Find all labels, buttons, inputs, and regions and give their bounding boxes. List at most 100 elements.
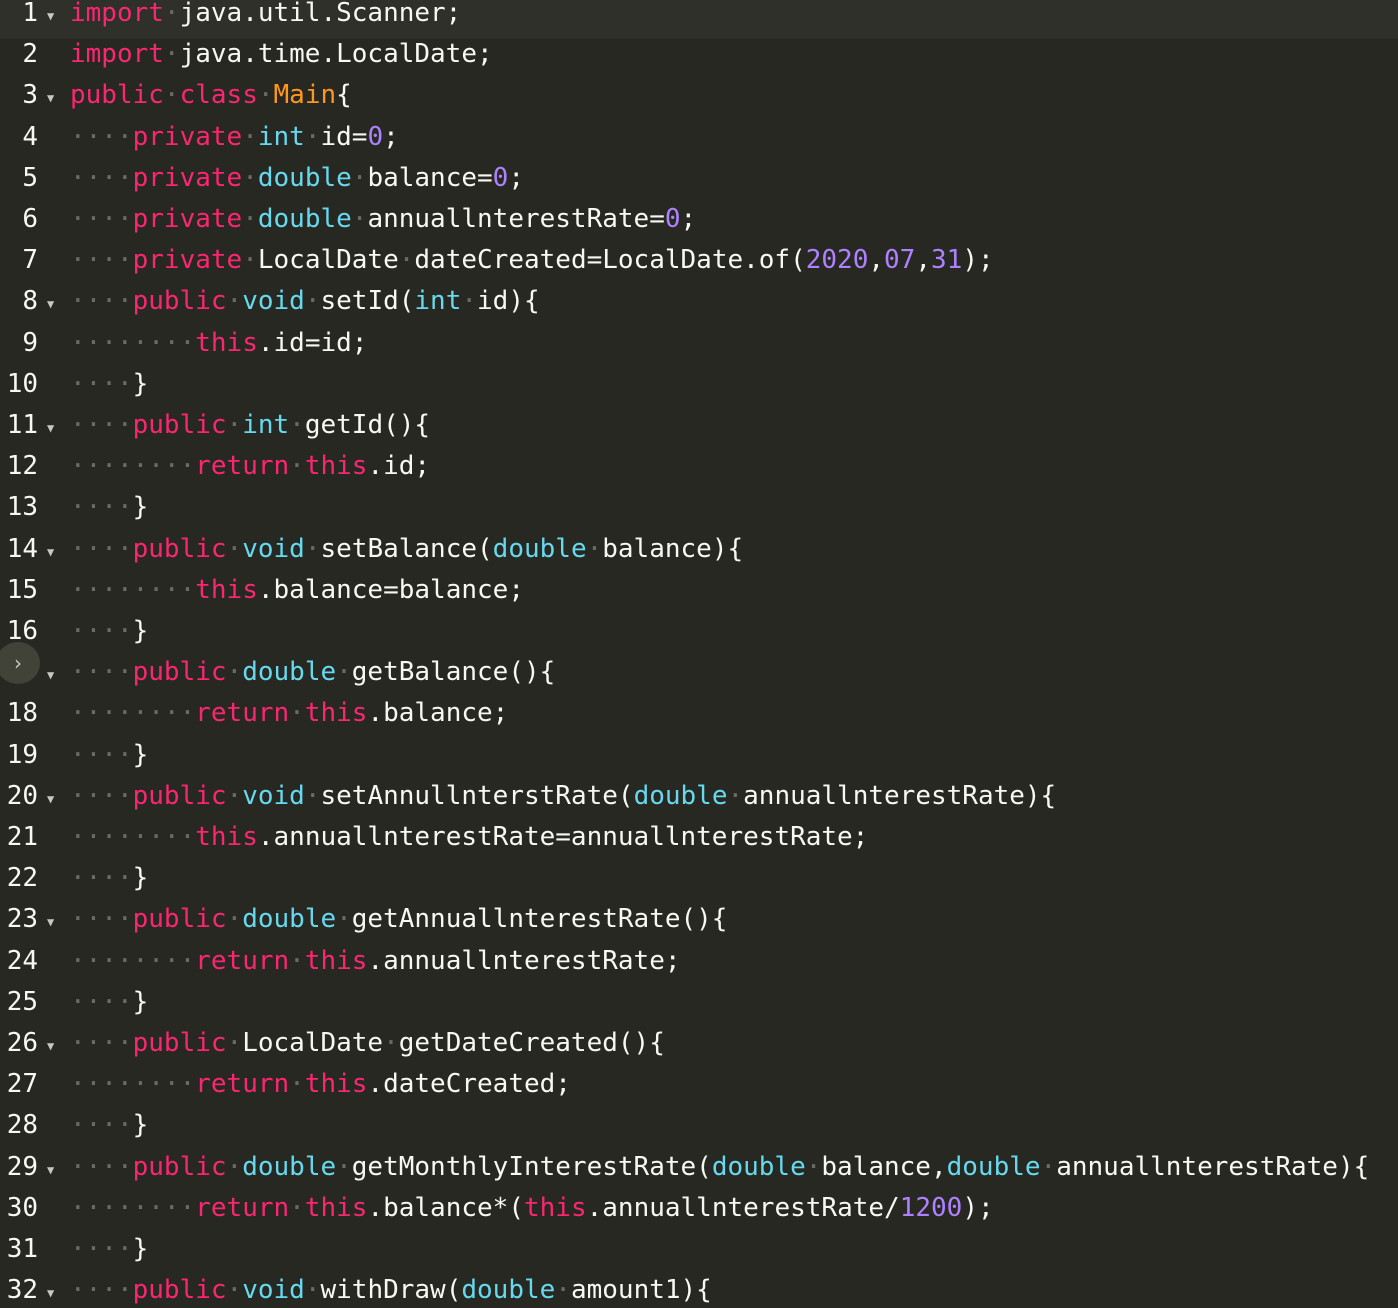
code-text[interactable]: ········this.annuallnterestRate=annualln… (70, 822, 868, 852)
code-line[interactable]: 22 ····} (0, 863, 1398, 904)
code-line[interactable]: 31 ····} (0, 1234, 1398, 1275)
code-line[interactable]: 15 ········this.balance=balance; (0, 575, 1398, 616)
fold-triangle-icon[interactable]: ▼ (47, 907, 54, 937)
line-number: 29 (6, 1151, 38, 1182)
code-text[interactable]: ····} (70, 1234, 148, 1264)
code-token: · (163, 80, 180, 111)
fold-triangle-icon[interactable]: ▼ (47, 1155, 54, 1185)
code-text[interactable]: ····public·void·setBalance(double·balanc… (70, 534, 743, 564)
line-number: 14 (6, 533, 38, 564)
code-text[interactable]: ········return·this.id; (70, 451, 430, 481)
code-text[interactable]: ····private·LocalDate·dateCreated=LocalD… (70, 245, 994, 275)
code-line[interactable]: 1 ▼ import·java.util.Scanner; (0, 0, 1398, 40)
code-line[interactable]: 13 ····} (0, 492, 1398, 533)
line-number: 11 (6, 410, 38, 440)
code-line[interactable]: 3 ▼ public·class·Main{ (0, 80, 1398, 121)
code-line[interactable]: 8 ▼ ····public·void·setId(int·id){ (0, 286, 1398, 327)
code-token: return (195, 1069, 290, 1100)
code-line[interactable]: 28 ····} (0, 1110, 1398, 1151)
fold-triangle-icon[interactable]: ▼ (47, 1031, 54, 1061)
fold-triangle-icon[interactable]: ▼ (47, 784, 54, 814)
fold-triangle-icon[interactable]: ▼ (47, 83, 54, 113)
code-text[interactable]: ····private·double·balance=0; (70, 163, 524, 193)
fold-triangle-icon[interactable]: ▼ (47, 660, 54, 690)
fold-triangle-icon[interactable]: ▼ (47, 537, 54, 567)
code-line[interactable]: 30 ········return·this.balance*(this.annu… (0, 1193, 1398, 1234)
code-token: .id=id; (257, 327, 368, 358)
fold-triangle-icon[interactable]: ▼ (47, 1, 54, 31)
code-text[interactable]: ········return·this.balance; (70, 698, 508, 728)
code-line[interactable]: 27 ········return·this.dateCreated; (0, 1069, 1398, 1110)
code-line[interactable]: 5 ····private·double·balance=0; (0, 163, 1398, 204)
code-text[interactable]: ········return·this.balance*(this.annual… (70, 1193, 994, 1223)
code-line[interactable]: 18 ········return·this.balance; (0, 698, 1398, 739)
line-gutter: 30 (0, 1193, 68, 1234)
code-token: double (242, 904, 337, 935)
line-gutter: 7 (0, 245, 68, 286)
code-text[interactable]: ····public·void·withDraw(double·amount1)… (70, 1275, 712, 1305)
code-text[interactable]: import·java.util.Scanner; (70, 0, 461, 28)
code-line[interactable]: 21 ········this.annuallnterestRate=annual… (0, 822, 1398, 863)
code-token: ········ (70, 327, 196, 358)
fold-triangle-icon[interactable]: ▼ (47, 289, 54, 319)
code-line[interactable]: 14 ▼ ····public·void·setBalance(double·bal… (0, 534, 1398, 575)
code-text[interactable]: ····} (70, 369, 148, 399)
code-token: this (195, 574, 258, 605)
code-line[interactable]: 6 ····private·double·annuallnterestRate=0… (0, 204, 1398, 245)
code-text[interactable]: ····private·double·annuallnterestRate=0; (70, 204, 696, 234)
code-line[interactable]: 12 ········return·this.id; (0, 451, 1398, 492)
code-text[interactable]: ········return·this.annuallnterestRate; (70, 946, 681, 976)
code-token: id){ (477, 286, 540, 317)
fold-triangle-icon[interactable]: ▼ (47, 413, 54, 443)
code-editor[interactable]: 1 ▼ import·java.util.Scanner; 2 import·java.… (0, 0, 1398, 1308)
code-text[interactable]: ····} (70, 616, 148, 646)
code-text[interactable]: ····} (70, 740, 148, 770)
code-line[interactable]: 11 ▼ ····public·int·getId(){ (0, 410, 1398, 451)
code-token: int (257, 121, 305, 152)
code-line[interactable]: 16 ····} (0, 616, 1398, 657)
code-token: setAnnullnterstRate( (320, 780, 634, 811)
code-text[interactable]: ····} (70, 1110, 148, 1140)
code-line[interactable]: 23 ▼ ····public·double·getAnnuallnterestRa… (0, 904, 1398, 945)
code-text[interactable]: ····} (70, 492, 148, 522)
code-text[interactable]: ····public·void·setAnnullnterstRate(doub… (70, 781, 1056, 811)
code-line[interactable]: 2 import·java.time.LocalDate; (0, 39, 1398, 80)
line-gutter: 23 ▼ (0, 904, 68, 945)
code-line[interactable]: 29 ▼ ····public·double·getMonthlyInterestR… (0, 1152, 1398, 1193)
code-text[interactable]: ····public·int·getId(){ (70, 410, 430, 440)
code-line[interactable]: 9 ········this.id=id; (0, 328, 1398, 369)
code-line[interactable]: ▼ ····public·double·getBalance(){ (0, 657, 1398, 698)
code-text[interactable]: public·class·Main{ (70, 80, 352, 110)
code-text[interactable]: ····public·double·getBalance(){ (70, 657, 555, 687)
code-line[interactable]: 19 ····} (0, 740, 1398, 781)
line-number: 23 (6, 904, 38, 935)
code-text[interactable]: ····} (70, 863, 148, 893)
code-token: public (132, 1028, 227, 1058)
code-line[interactable]: 20 ▼ ····public·void·setAnnullnterstRate(d… (0, 781, 1398, 822)
code-text[interactable]: import·java.time.LocalDate; (70, 39, 493, 69)
code-text[interactable]: ········return·this.dateCreated; (70, 1069, 571, 1099)
code-text[interactable]: ········this.id=id; (70, 328, 367, 358)
code-text[interactable]: ····public·LocalDate·getDateCreated(){ (70, 1028, 665, 1058)
code-text[interactable]: ····public·void·setId(int·id){ (70, 286, 540, 316)
code-line[interactable]: 25 ····} (0, 987, 1398, 1028)
code-token: } (132, 739, 149, 770)
code-text[interactable]: ····private·int·id=0; (70, 122, 399, 152)
fold-triangle-icon[interactable]: ▼ (47, 1278, 54, 1308)
code-token: this (304, 451, 368, 482)
code-token: this (304, 698, 368, 729)
code-line[interactable]: 32 ▼ ····public·void·withDraw(double·amoun… (0, 1275, 1398, 1308)
code-text[interactable]: ····} (70, 987, 148, 1017)
line-number: 12 (6, 451, 38, 482)
line-number: 21 (6, 822, 38, 852)
code-line[interactable]: 7 ····private·LocalDate·dateCreated=Local… (0, 245, 1398, 286)
code-text[interactable]: ····public·double·getMonthlyInterestRate… (70, 1152, 1369, 1182)
code-token: { (336, 80, 352, 111)
code-line[interactable]: 26 ▼ ····public·LocalDate·getDateCreated()… (0, 1028, 1398, 1069)
code-text[interactable]: ····public·double·getAnnuallnterestRate(… (70, 904, 727, 934)
code-line[interactable]: 24 ········return·this.annuallnterestRate… (0, 946, 1398, 987)
code-text[interactable]: ········this.balance=balance; (70, 575, 524, 605)
code-token: public (132, 533, 227, 564)
code-line[interactable]: 10 ····} (0, 369, 1398, 410)
code-line[interactable]: 4 ····private·int·id=0; (0, 122, 1398, 163)
